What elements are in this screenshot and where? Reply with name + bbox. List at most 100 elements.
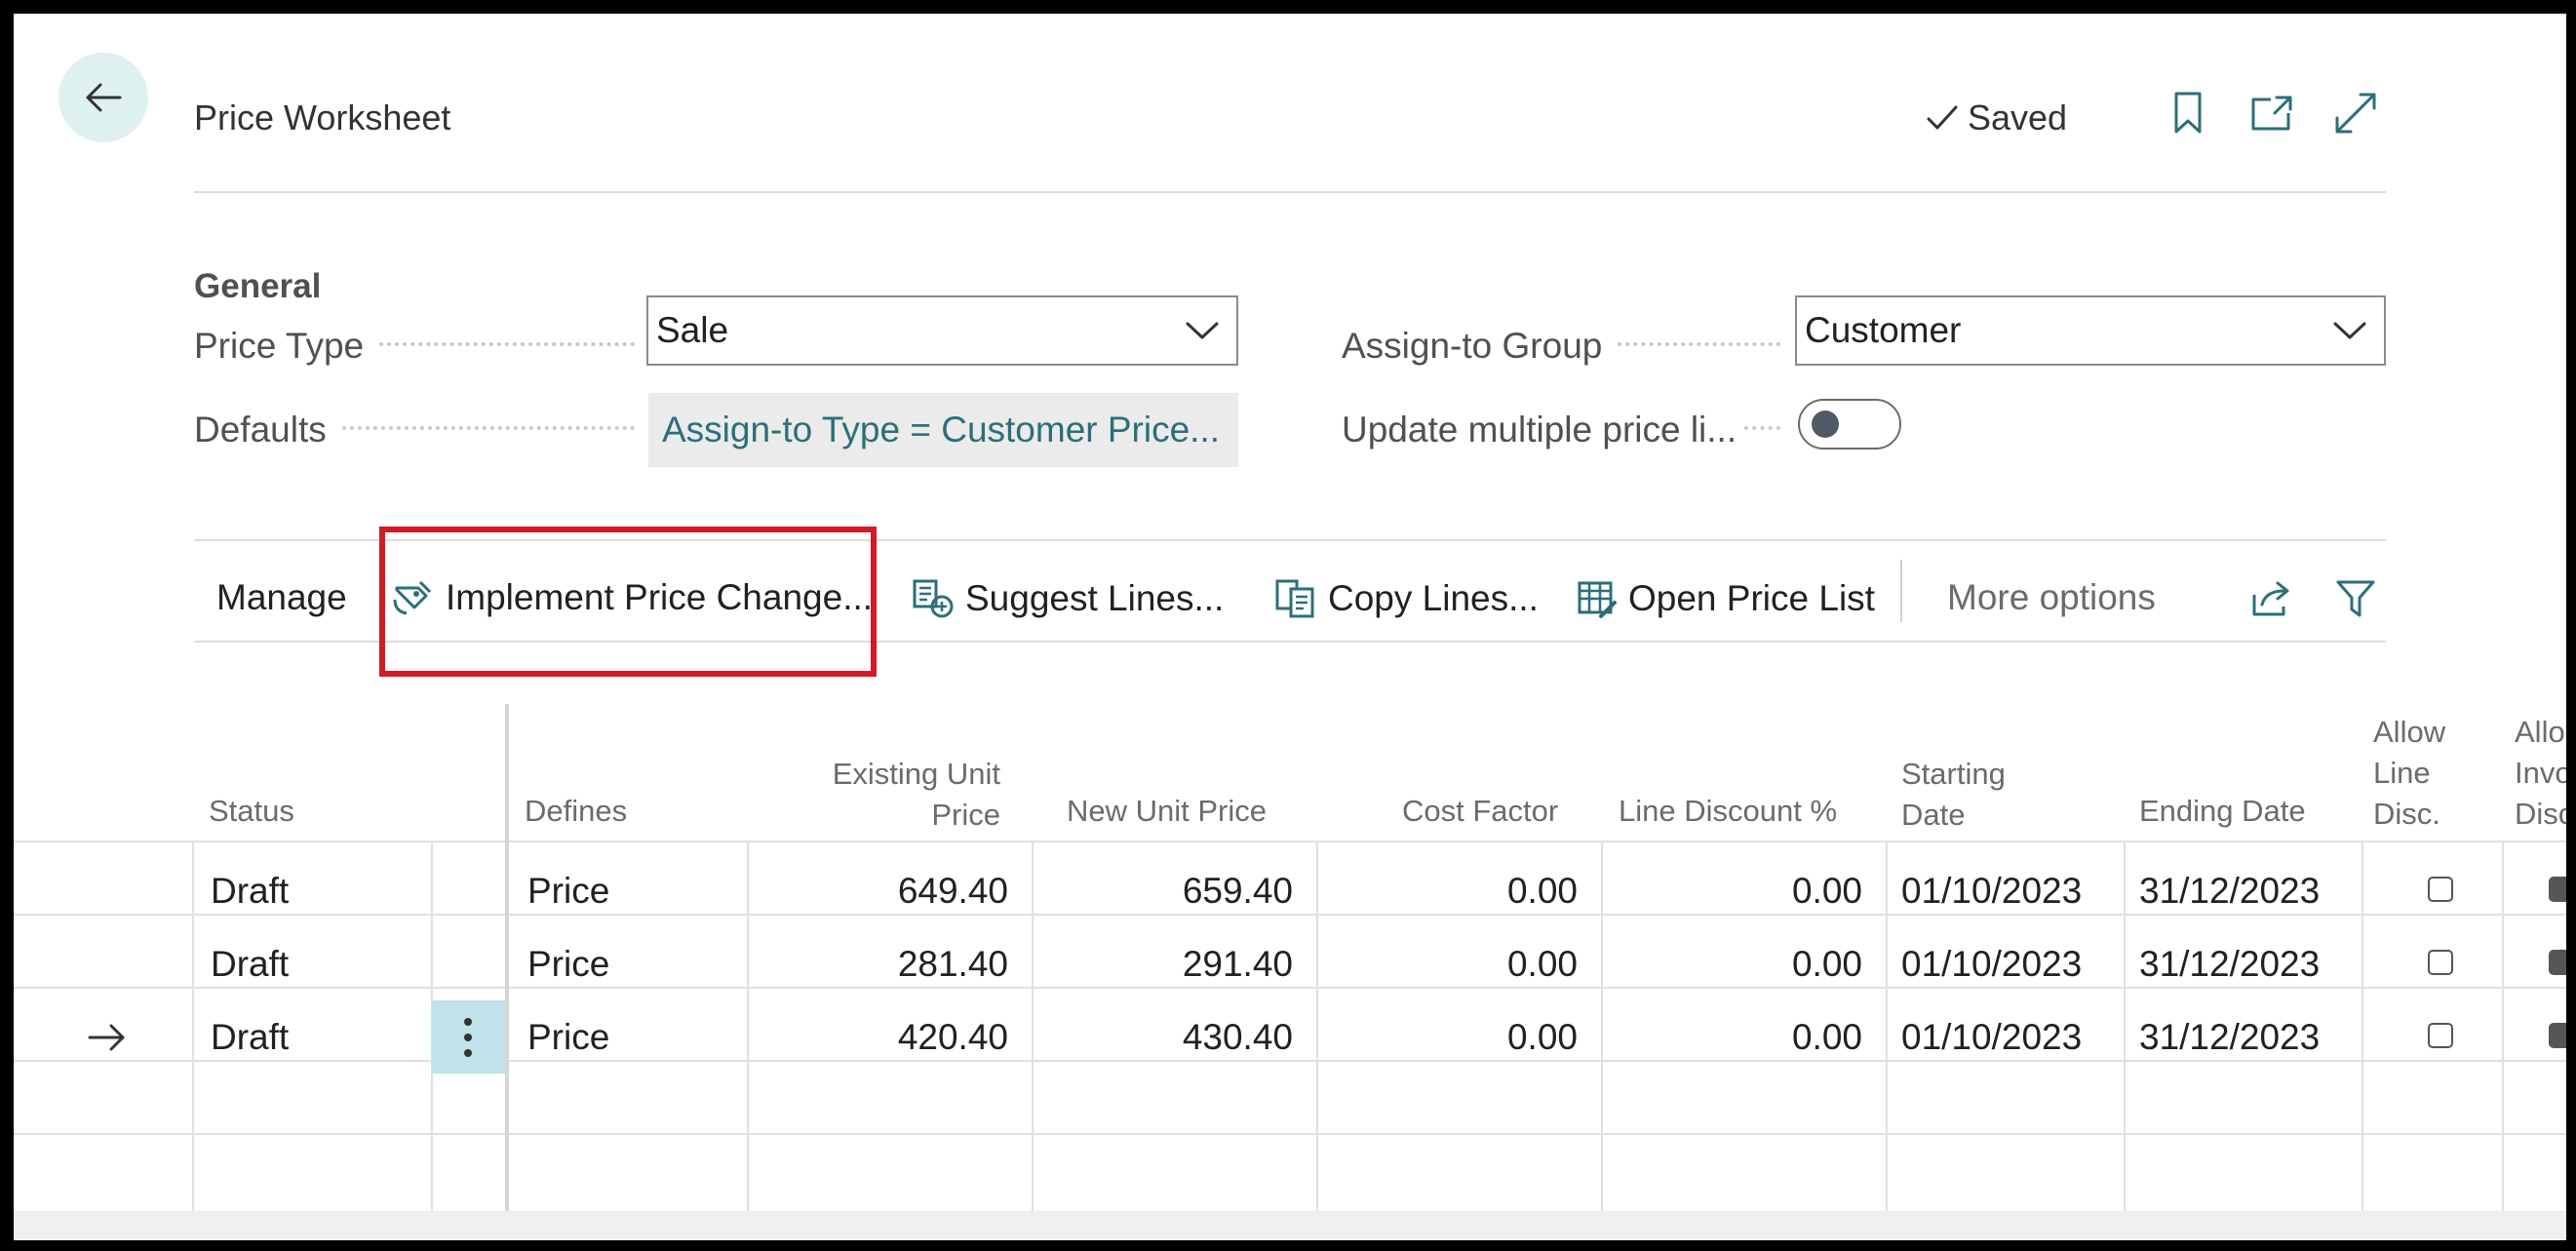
back-button[interactable]: [59, 53, 148, 142]
column-header-existing-unit-price[interactable]: Existing Unit Price: [794, 754, 1000, 836]
column-header-line-discount[interactable]: Line Discount %: [1619, 791, 1837, 832]
allow-invoice-disc-checkbox[interactable]: [2549, 877, 2566, 902]
chevron-down-icon: [2333, 322, 2366, 339]
column-header-new-unit-price[interactable]: New Unit Price: [1067, 791, 1267, 832]
copy-lines-button[interactable]: Copy Lines...: [1273, 577, 1539, 620]
grid-line: [2361, 841, 2363, 1211]
price-worksheet-page: Price Worksheet Saved General Price Type…: [14, 14, 2566, 1240]
starting-date-cell[interactable]: 01/10/2023: [1901, 927, 2082, 1000]
frozen-column-divider: [505, 704, 509, 1211]
cost-factor-cell[interactable]: 0.00: [1324, 927, 1578, 1000]
update-multiple-toggle[interactable]: [1798, 399, 1901, 450]
starting-date-cell[interactable]: 01/10/2023: [1901, 854, 2082, 927]
manage-button[interactable]: Manage: [216, 577, 347, 618]
column-header-status[interactable]: Status: [209, 791, 294, 832]
assign-group-label: Assign-to Group: [1342, 306, 1790, 386]
manage-label: Manage: [216, 577, 347, 617]
price-type-value: Sale: [656, 310, 729, 350]
open-in-new-window-icon: [2251, 96, 2292, 131]
status-cell[interactable]: Draft: [211, 854, 289, 927]
price-type-select[interactable]: Sale: [646, 295, 1238, 366]
column-header-ending-date[interactable]: Ending Date: [2139, 791, 2306, 832]
page-title: Price Worksheet: [194, 98, 451, 137]
column-header-allow-invoice-disc[interactable]: Allo Invo Disc: [2515, 712, 2566, 835]
defines-cell[interactable]: Price: [527, 927, 609, 1000]
more-options-label: More options: [1947, 577, 2156, 617]
more-vertical-icon: [464, 1017, 472, 1057]
allow-invoice-disc-checkbox[interactable]: [2549, 1023, 2566, 1048]
grid-line: [14, 841, 2566, 842]
copy-lines-icon: [1275, 579, 1314, 618]
grid-line: [2124, 841, 2126, 1211]
filter-button[interactable]: [2330, 573, 2381, 624]
ending-date-cell[interactable]: 31/12/2023: [2139, 1000, 2320, 1074]
line-discount-cell[interactable]: 0.00: [1609, 854, 1862, 927]
column-header-line: Line: [2373, 756, 2431, 790]
ending-date-cell[interactable]: 31/12/2023: [2139, 927, 2320, 1000]
new-unit-price-cell[interactable]: 291.40: [1039, 927, 1293, 1000]
share-button[interactable]: [2246, 573, 2297, 624]
status-cell[interactable]: Draft: [211, 927, 289, 1000]
grid-line: [1032, 841, 1034, 1211]
existing-unit-price-cell[interactable]: 649.40: [755, 854, 1008, 927]
column-header-allow-line-disc[interactable]: Allow Line Disc.: [2373, 712, 2445, 835]
assign-group-select[interactable]: Customer: [1795, 295, 2386, 366]
allow-line-disc-checkbox[interactable]: [2428, 1023, 2453, 1048]
price-list-icon: [1578, 581, 1617, 618]
update-multiple-label: Update multiple price li...: [1342, 390, 1790, 470]
defaults-value-link[interactable]: Assign-to Type = Customer Price...: [648, 393, 1238, 467]
line-discount-cell[interactable]: 0.00: [1609, 927, 1862, 1000]
assign-group-value: Customer: [1805, 310, 1962, 350]
grid-line: [1601, 841, 1603, 1211]
existing-unit-price-cell[interactable]: 281.40: [755, 927, 1008, 1000]
row-actions-button[interactable]: [431, 1000, 505, 1074]
column-header-line: Existing Unit: [832, 757, 1000, 791]
grid-line: [747, 841, 749, 1211]
starting-date-cell[interactable]: 01/10/2023: [1901, 1000, 2082, 1074]
cost-factor-cell[interactable]: 0.00: [1324, 1000, 1578, 1074]
label-dots: [379, 342, 635, 346]
column-header-line: Disc.: [2373, 797, 2440, 831]
allow-invoice-disc-checkbox[interactable]: [2549, 950, 2566, 975]
cost-factor-cell[interactable]: 0.00: [1324, 854, 1578, 927]
open-new-window-button[interactable]: [2246, 88, 2297, 138]
new-unit-price-cell[interactable]: 659.40: [1039, 854, 1293, 927]
price-type-label: Price Type: [194, 306, 644, 386]
defines-cell[interactable]: Price: [527, 1000, 609, 1074]
line-discount-cell[interactable]: 0.00: [1609, 1000, 1862, 1074]
copy-lines-label: Copy Lines...: [1328, 578, 1539, 618]
defaults-label-text: Defaults: [194, 410, 327, 450]
allow-line-disc-checkbox[interactable]: [2428, 877, 2453, 902]
expand-icon: [2335, 93, 2376, 134]
header-divider: [194, 191, 2386, 193]
existing-unit-price-cell[interactable]: 420.40: [755, 1000, 1008, 1074]
column-header-defines[interactable]: Defines: [525, 791, 627, 832]
bookmark-button[interactable]: [2163, 88, 2213, 138]
label-dots: [1618, 342, 1780, 346]
annotation-highlight-box: [379, 527, 877, 677]
column-header-line: Disc: [2515, 797, 2566, 831]
suggest-lines-label: Suggest Lines...: [965, 578, 1225, 618]
column-header-cost-factor[interactable]: Cost Factor: [1402, 791, 1558, 832]
more-options-button[interactable]: More options: [1947, 577, 2156, 618]
column-header-line: Price: [931, 798, 1000, 832]
column-header-line: Allo: [2515, 715, 2565, 749]
new-unit-price-cell[interactable]: 430.40: [1039, 1000, 1293, 1074]
defines-cell[interactable]: Price: [527, 854, 609, 927]
column-header-line: Starting: [1901, 757, 2006, 791]
column-header-starting-date[interactable]: Starting Date: [1901, 754, 2006, 836]
suggest-lines-button[interactable]: Suggest Lines...: [911, 577, 1224, 620]
column-header-line: Date: [1901, 798, 1966, 832]
status-cell[interactable]: Draft: [211, 1000, 289, 1074]
update-multiple-label-text: Update multiple price li...: [1342, 410, 1737, 450]
ending-date-cell[interactable]: 31/12/2023: [2139, 854, 2320, 927]
toggle-knob: [1812, 410, 1839, 438]
price-type-label-text: Price Type: [194, 326, 365, 366]
general-section-title: General: [194, 267, 322, 305]
open-price-list-button[interactable]: Open Price List: [1576, 577, 1875, 620]
allow-line-disc-checkbox[interactable]: [2428, 950, 2453, 975]
horizontal-scrollbar[interactable]: [14, 1211, 2566, 1240]
share-icon: [2252, 581, 2289, 616]
saved-status: Saved: [1925, 98, 2067, 138]
expand-button[interactable]: [2330, 88, 2381, 138]
